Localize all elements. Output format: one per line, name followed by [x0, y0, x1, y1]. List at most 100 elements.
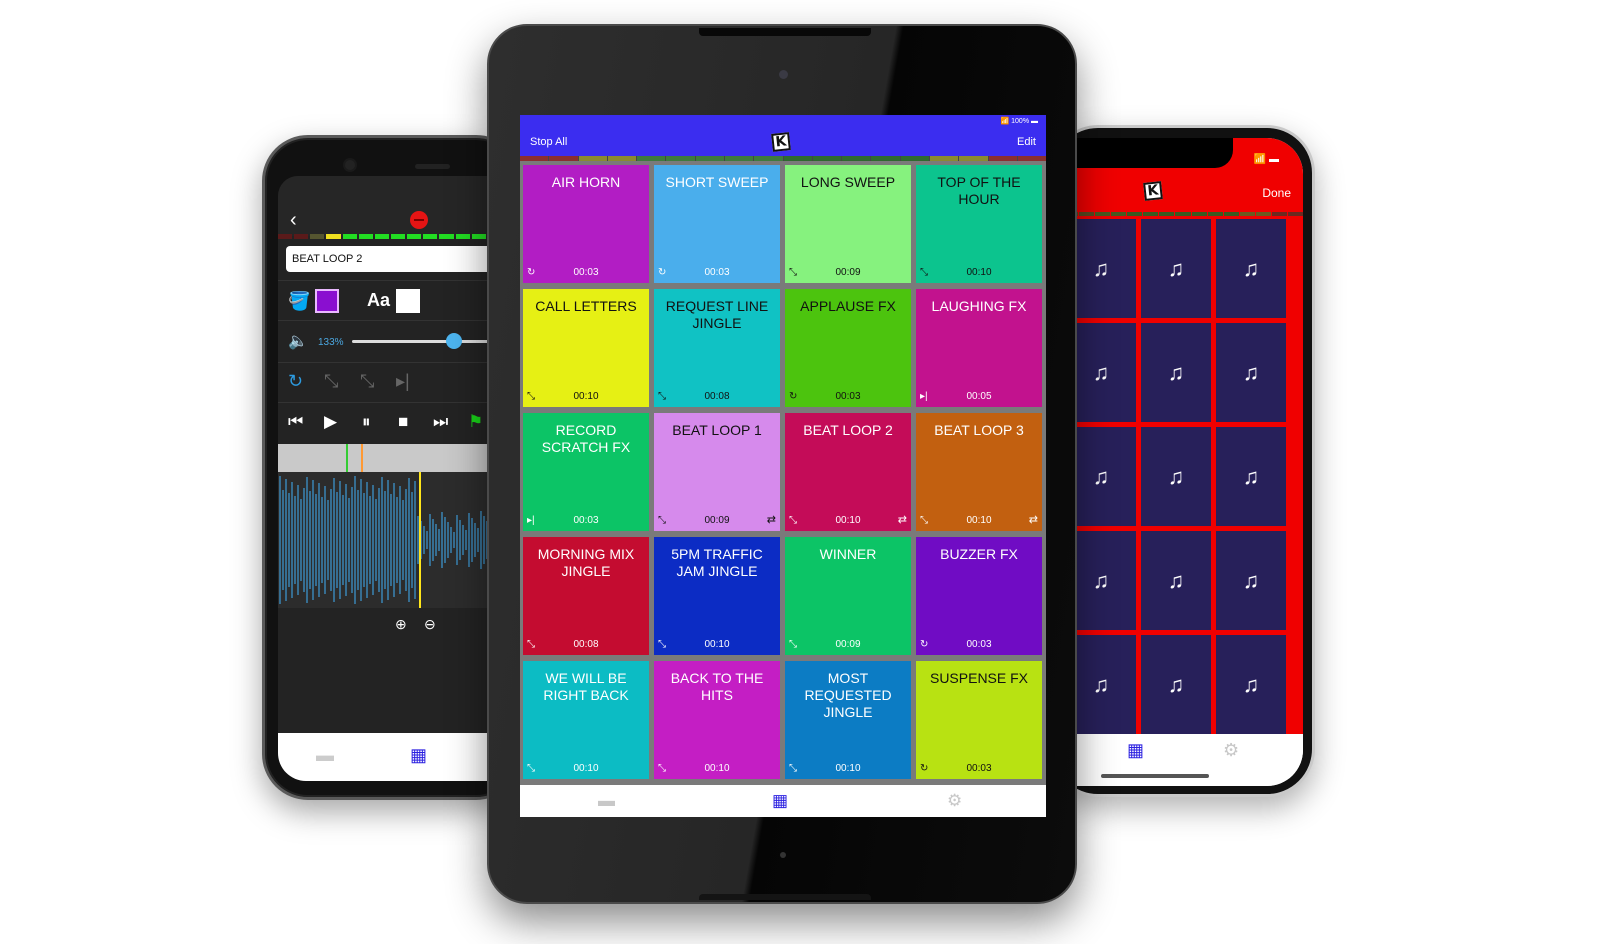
- pad-title: REQUEST LINE JINGLE: [665, 298, 769, 331]
- sound-pad[interactable]: APPLAUSE FX ↻ 00:03: [785, 289, 911, 407]
- sound-pad[interactable]: SHORT SWEEP ↻ 00:03: [654, 165, 780, 283]
- loop-marker[interactable]: [361, 444, 363, 472]
- empty-pad[interactable]: ♫: [1216, 427, 1286, 526]
- status-bar: 📶 100% ▬: [1000, 118, 1038, 125]
- empty-pad[interactable]: ♫: [1141, 531, 1211, 630]
- pad-title: WE WILL BE RIGHT BACK: [543, 670, 629, 703]
- zoom-out-icon[interactable]: ⊖: [424, 616, 436, 633]
- folder-tab-icon[interactable]: ▬: [316, 745, 334, 766]
- record-stop-icon[interactable]: [410, 211, 428, 229]
- sound-pad[interactable]: BACK TO THE HITS ⤡ 00:10: [654, 661, 780, 779]
- sound-pad[interactable]: MOST REQUESTED JINGLE ⤡ 00:10: [785, 661, 911, 779]
- transport-row: ⏮ ▶ ⏸ ■ ⏭ ⚑: [278, 402, 518, 442]
- volume-percent: 133%: [318, 337, 344, 348]
- pad-title: TOP OF THE HOUR: [937, 174, 1021, 207]
- settings-tab-icon[interactable]: ⚙: [947, 791, 962, 811]
- top-speaker: [699, 28, 871, 36]
- sound-pad[interactable]: BEAT LOOP 3 ⤡ 00:10 ⇄: [916, 413, 1042, 531]
- zoom-in-icon[interactable]: ⊕: [395, 616, 407, 633]
- stop-all-button[interactable]: Stop All: [530, 136, 567, 148]
- tablet-device: 📶 100% ▬ Stop All K Edit AIR HORN ↻ 00:03 S…: [487, 24, 1077, 904]
- notch: [1063, 138, 1233, 168]
- pad-title: AIR HORN: [551, 174, 621, 190]
- home-indicator[interactable]: [1101, 774, 1209, 778]
- pad-title: BEAT LOOP 2: [803, 422, 893, 438]
- pad-duration: 00:10: [573, 763, 599, 774]
- sound-name-field[interactable]: BEAT LOOP 2: [286, 246, 518, 272]
- empty-pad[interactable]: ♫: [1216, 635, 1286, 734]
- waveform-overview[interactable]: [278, 444, 518, 472]
- meter-segment: [310, 234, 325, 239]
- meter-segment: [471, 234, 486, 239]
- empty-pad[interactable]: ♫: [1141, 219, 1211, 318]
- sound-pad[interactable]: REQUEST LINE JINGLE ⤡ 00:08: [654, 289, 780, 407]
- meter-segment: [724, 156, 754, 161]
- sound-pad[interactable]: CALL LETTERS ⤡ 00:10: [523, 289, 649, 407]
- sound-pad[interactable]: WE WILL BE RIGHT BACK ⤡ 00:10: [523, 661, 649, 779]
- meter-segment: [455, 234, 470, 239]
- add-sound-icon: ♫: [1092, 567, 1110, 593]
- volume-slider-thumb[interactable]: [446, 333, 462, 349]
- background-color-swatch[interactable]: [315, 289, 339, 313]
- done-button[interactable]: Done: [1262, 186, 1291, 200]
- meter-segment: [842, 156, 871, 161]
- pad-duration: 00:03: [966, 639, 992, 650]
- wifi-icon: 📶: [1000, 118, 1010, 125]
- grid-tab-icon[interactable]: ▦: [410, 745, 427, 766]
- empty-pad[interactable]: ♫: [1141, 323, 1211, 422]
- empty-pad[interactable]: ♫: [1216, 531, 1286, 630]
- color-row: 🪣 Aa: [278, 280, 518, 320]
- pad-duration: 00:10: [573, 391, 599, 402]
- pad-title: SUSPENSE FX: [929, 670, 1029, 686]
- meter-segment: [812, 156, 842, 161]
- add-sound-icon: ♫: [1167, 567, 1185, 593]
- end-marker-flag-icon[interactable]: ⚑: [468, 412, 483, 432]
- back-icon[interactable]: ‹: [290, 210, 297, 230]
- meter-segment: [900, 156, 929, 161]
- grid-tab-icon[interactable]: ▦: [1127, 740, 1144, 761]
- sound-pad[interactable]: BEAT LOOP 2 ⤡ 00:10 ⇄: [785, 413, 911, 531]
- edit-button[interactable]: Edit: [1017, 136, 1036, 148]
- empty-pad[interactable]: ♫: [1216, 323, 1286, 422]
- play-to-end-mode-icon[interactable]: ▸|: [396, 371, 410, 392]
- sound-pad[interactable]: SUSPENSE FX ↻ 00:03: [916, 661, 1042, 779]
- edit-header: 📶 ▬ K Done: [1063, 138, 1303, 212]
- skip-back-icon[interactable]: ⏮: [288, 412, 303, 432]
- meter-segment: [754, 156, 783, 161]
- empty-pad[interactable]: ♫: [1141, 427, 1211, 526]
- pad-duration: 00:10: [704, 763, 730, 774]
- skip-forward-icon[interactable]: ⏭: [433, 412, 448, 432]
- sound-pad[interactable]: LAUGHING FX ▸| 00:05: [916, 289, 1042, 407]
- empty-pad[interactable]: ♫: [1141, 635, 1211, 734]
- settings-tab-icon[interactable]: ⚙: [1223, 740, 1239, 761]
- meter-segment: [695, 156, 724, 161]
- pad-duration: 00:03: [573, 267, 599, 278]
- sound-pad[interactable]: LONG SWEEP ⤡ 00:09: [785, 165, 911, 283]
- text-color-swatch[interactable]: [396, 289, 420, 313]
- sound-pad[interactable]: TOP OF THE HOUR ⤡ 00:10: [916, 165, 1042, 283]
- grid-tab-icon[interactable]: ▦: [772, 791, 788, 811]
- add-sound-icon: ♫: [1092, 463, 1110, 489]
- sound-pad[interactable]: BUZZER FX ↻ 00:03: [916, 537, 1042, 655]
- pad-title: MOST REQUESTED JINGLE: [804, 670, 892, 720]
- empty-pad[interactable]: ♫: [1216, 219, 1286, 318]
- sound-pad[interactable]: RECORD SCRATCH FX ▸| 00:03: [523, 413, 649, 531]
- sound-pad[interactable]: 5PM TRAFFIC JAM JINGLE ⤡ 00:10: [654, 537, 780, 655]
- sound-pad[interactable]: AIR HORN ↻ 00:03: [523, 165, 649, 283]
- fade-stop-mode-icon[interactable]: ⤡: [324, 371, 338, 392]
- waveform-detail[interactable]: [278, 472, 518, 608]
- pad-title: CALL LETTERS: [535, 298, 637, 314]
- start-marker[interactable]: [346, 444, 348, 472]
- sound-pad[interactable]: WINNER ⤡ 00:09: [785, 537, 911, 655]
- sound-pad[interactable]: MORNING MIX JINGLE ⤡ 00:08: [523, 537, 649, 655]
- stop-icon[interactable]: ■: [398, 412, 408, 432]
- folder-tab-icon[interactable]: ▬: [598, 791, 615, 811]
- right-tab-bar: ▦ ⚙: [1063, 734, 1303, 786]
- restart-mode-icon[interactable]: ↻: [288, 371, 303, 392]
- pad-duration: 00:03: [704, 267, 730, 278]
- playhead[interactable]: [419, 472, 421, 608]
- sound-pad[interactable]: BEAT LOOP 1 ⤡ 00:09 ⇄: [654, 413, 780, 531]
- pause-icon[interactable]: ⏸: [362, 412, 371, 432]
- fade-mode-icon[interactable]: ⤡: [360, 371, 374, 392]
- play-icon[interactable]: ▶: [324, 412, 337, 432]
